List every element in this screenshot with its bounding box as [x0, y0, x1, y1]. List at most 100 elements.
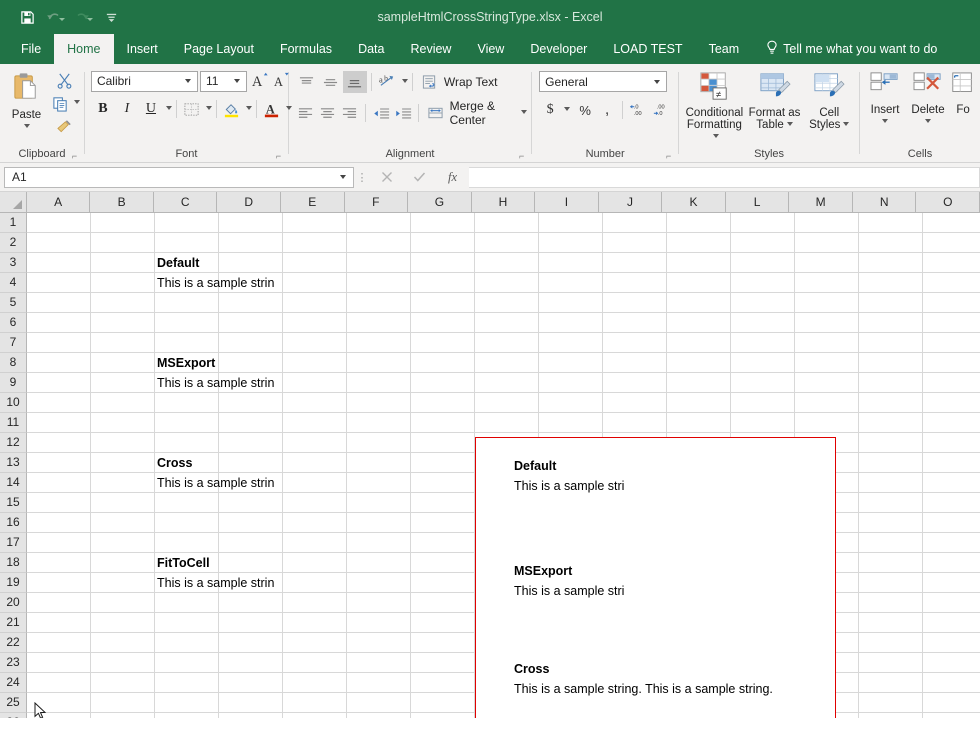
column-header-m[interactable]: M: [789, 192, 853, 213]
number-dialog-launcher[interactable]: ⌐: [664, 152, 673, 161]
row-header-24[interactable]: 24: [0, 673, 27, 693]
orientation-button[interactable]: ab: [376, 71, 399, 93]
font-dialog-launcher[interactable]: ⌐: [274, 152, 283, 161]
row-header-26[interactable]: 26: [0, 713, 27, 718]
column-header-o[interactable]: O: [916, 192, 980, 213]
percent-style-button[interactable]: %: [574, 99, 596, 121]
conditional-formatting-dropdown-icon[interactable]: [713, 134, 719, 138]
insert-function-button[interactable]: fx: [436, 167, 469, 188]
accounting-dropdown-icon[interactable]: [564, 107, 570, 111]
row-header-6[interactable]: 6: [0, 313, 27, 333]
middle-align-button[interactable]: [319, 71, 343, 93]
column-header-c[interactable]: C: [154, 192, 218, 213]
borders-button[interactable]: [181, 98, 203, 120]
fill-color-dropdown-icon[interactable]: [246, 106, 252, 110]
cell-C19[interactable]: This is a sample strin: [155, 573, 281, 593]
enter-formula-button[interactable]: [403, 167, 436, 188]
accounting-format-button[interactable]: $: [539, 99, 561, 121]
spreadsheet-grid[interactable]: A B C D E F G H I J K L M N O 1234567891…: [0, 192, 980, 718]
chevron-down-icon[interactable]: [234, 79, 240, 83]
cancel-formula-button[interactable]: [370, 167, 403, 188]
tab-formulas[interactable]: Formulas: [267, 34, 345, 64]
tab-load-test[interactable]: LOAD TEST: [600, 34, 695, 64]
column-header-e[interactable]: E: [281, 192, 345, 213]
center-button[interactable]: [317, 102, 339, 124]
increase-indent-button[interactable]: [392, 102, 414, 124]
column-header-d[interactable]: D: [217, 192, 281, 213]
row-header-23[interactable]: 23: [0, 653, 27, 673]
cell-C8[interactable]: MSExport: [155, 353, 217, 373]
tell-me-search[interactable]: Tell me what you want to do: [766, 34, 937, 64]
tab-data[interactable]: Data: [345, 34, 397, 64]
select-all-corner[interactable]: [0, 192, 27, 213]
row-header-7[interactable]: 7: [0, 333, 27, 353]
row-header-10[interactable]: 10: [0, 393, 27, 413]
align-left-button[interactable]: [295, 102, 317, 124]
copy-button[interactable]: [49, 92, 71, 114]
borders-dropdown-icon[interactable]: [206, 106, 212, 110]
row-header-2[interactable]: 2: [0, 233, 27, 253]
orientation-dropdown-icon[interactable]: [402, 79, 408, 83]
row-header-3[interactable]: 3: [0, 253, 27, 273]
delete-cells-button[interactable]: Delete: [906, 67, 950, 123]
wrap-text-button[interactable]: Wrap Text: [417, 71, 498, 93]
row-header-18[interactable]: 18: [0, 553, 27, 573]
tab-developer[interactable]: Developer: [517, 34, 600, 64]
decrease-indent-button[interactable]: [370, 102, 392, 124]
underline-dropdown-icon[interactable]: [166, 106, 172, 110]
column-header-h[interactable]: H: [472, 192, 536, 213]
bottom-align-button[interactable]: [343, 71, 367, 93]
row-header-19[interactable]: 19: [0, 573, 27, 593]
format-cells-button[interactable]: Fo: [950, 67, 976, 116]
increase-decimal-button[interactable]: .0.00: [627, 99, 651, 121]
increase-font-size-button[interactable]: A: [250, 70, 272, 92]
tab-home[interactable]: Home: [54, 34, 113, 64]
undo-dropdown-icon[interactable]: [59, 18, 65, 21]
column-header-f[interactable]: F: [345, 192, 409, 213]
column-header-j[interactable]: J: [599, 192, 663, 213]
customize-quick-access-toolbar-icon[interactable]: [98, 5, 124, 29]
format-painter-button[interactable]: [49, 115, 80, 137]
underline-button[interactable]: U: [139, 98, 163, 120]
redo-dropdown-icon[interactable]: [87, 18, 93, 21]
decrease-decimal-button[interactable]: .00.0: [651, 99, 675, 121]
tab-view[interactable]: View: [464, 34, 517, 64]
comma-style-button[interactable]: ,: [596, 99, 618, 121]
cell-styles-button[interactable]: Cell Styles: [803, 67, 855, 131]
tab-page-layout[interactable]: Page Layout: [171, 34, 267, 64]
tab-file[interactable]: File: [8, 34, 54, 64]
italic-button[interactable]: I: [115, 98, 139, 120]
row-header-1[interactable]: 1: [0, 213, 27, 233]
column-header-i[interactable]: I: [535, 192, 599, 213]
row-header-8[interactable]: 8: [0, 353, 27, 373]
chevron-down-icon[interactable]: [340, 175, 346, 179]
format-as-table-dropdown-icon[interactable]: [787, 122, 793, 126]
row-header-5[interactable]: 5: [0, 293, 27, 313]
column-header-b[interactable]: B: [90, 192, 154, 213]
row-header-20[interactable]: 20: [0, 593, 27, 613]
font-name-combo[interactable]: Calibri: [91, 71, 198, 92]
format-as-table-button[interactable]: Format as Table: [746, 67, 804, 131]
column-header-k[interactable]: K: [662, 192, 726, 213]
insert-cells-button[interactable]: Insert: [864, 67, 906, 123]
save-icon[interactable]: [14, 5, 40, 29]
row-header-22[interactable]: 22: [0, 633, 27, 653]
alignment-dialog-launcher[interactable]: ⌐: [517, 152, 526, 161]
top-align-button[interactable]: [295, 71, 319, 93]
row-header-15[interactable]: 15: [0, 493, 27, 513]
formula-input[interactable]: [469, 167, 980, 188]
cell-C13[interactable]: Cross: [155, 453, 217, 473]
fill-color-button[interactable]: [221, 98, 243, 120]
tab-team[interactable]: Team: [696, 34, 753, 64]
font-size-combo[interactable]: 11: [200, 71, 247, 92]
cell-C18[interactable]: FitToCell: [155, 553, 217, 573]
column-header-l[interactable]: L: [726, 192, 790, 213]
column-header-g[interactable]: G: [408, 192, 472, 213]
cell-C4[interactable]: This is a sample strin: [155, 273, 281, 293]
row-header-11[interactable]: 11: [0, 413, 27, 433]
number-format-combo[interactable]: General: [539, 71, 667, 92]
paste-button[interactable]: Paste: [4, 67, 49, 128]
row-header-25[interactable]: 25: [0, 693, 27, 713]
cell-C9[interactable]: This is a sample strin: [155, 373, 281, 393]
row-header-13[interactable]: 13: [0, 453, 27, 473]
